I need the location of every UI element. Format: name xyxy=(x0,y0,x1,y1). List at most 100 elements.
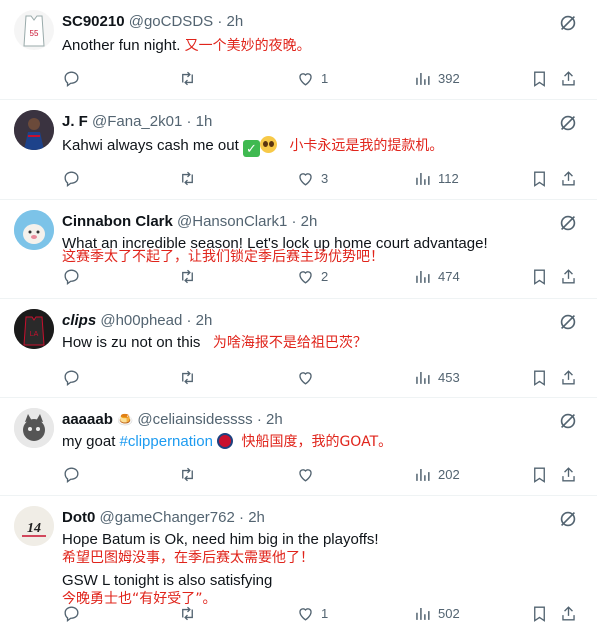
views-button[interactable]: 502 xyxy=(413,601,460,625)
reply-button[interactable] xyxy=(62,365,87,389)
pudding-emoji: 🍮 xyxy=(117,412,134,427)
tweet[interactable]: J. F @Fana_2k01 · 1h Kahwi always cash m… xyxy=(0,100,597,200)
views-count: 392 xyxy=(438,70,460,86)
display-name[interactable]: SC90210 xyxy=(62,13,125,30)
user-handle[interactable]: @HansonClark1 xyxy=(177,213,287,230)
hashtag-link[interactable]: #clippernation xyxy=(120,433,213,450)
like-button[interactable] xyxy=(296,462,321,486)
display-name[interactable]: Dot0 xyxy=(62,509,95,526)
tweet-translation: 为啥海报不是给祖巴茨？ xyxy=(212,335,367,351)
tweet-translation: 快船国度，我的GOAT。 xyxy=(241,434,393,450)
tweet[interactable]: 14 Dot0 @gameChanger762 · 2h Hope Batum … xyxy=(0,496,597,638)
user-handle[interactable]: @h00phead xyxy=(100,312,182,329)
display-name[interactable]: Cinnabon Clark xyxy=(62,213,173,230)
tweet-text: GSW L tonight is also satisfying xyxy=(62,572,273,589)
bookmark-button[interactable] xyxy=(530,365,549,389)
tweet-header: Dot0 @gameChanger762 · 2h xyxy=(62,509,265,527)
views-button[interactable]: 453 xyxy=(413,365,460,389)
like-icon xyxy=(296,368,315,387)
views-button[interactable]: 474 xyxy=(413,264,460,288)
bookmark-button[interactable] xyxy=(530,66,549,90)
user-handle[interactable]: @goCDSDS xyxy=(129,13,213,30)
grok-more-icon[interactable] xyxy=(557,212,579,234)
retweet-button[interactable] xyxy=(178,601,203,625)
views-button[interactable]: 112 xyxy=(413,166,459,190)
timestamp[interactable]: 2h xyxy=(248,509,265,526)
bookmark-icon xyxy=(530,169,549,188)
tweet-header: aaaaab 🍮 @celiainsidessss · 2h xyxy=(62,411,283,429)
retweet-button[interactable] xyxy=(178,66,203,90)
share-button[interactable] xyxy=(559,462,578,486)
separator: · xyxy=(186,312,192,329)
share-button[interactable] xyxy=(559,166,578,190)
views-button[interactable]: 202 xyxy=(413,462,460,486)
tweet-translation: 希望巴图姆没事，在季后赛太需要他了！ xyxy=(62,550,314,566)
user-handle[interactable]: @Fana_2k01 xyxy=(92,113,182,130)
avatar[interactable]: 55 xyxy=(14,10,54,50)
reply-icon xyxy=(62,267,81,286)
share-button[interactable] xyxy=(559,264,578,288)
separator: · xyxy=(291,213,297,230)
timestamp[interactable]: 2h xyxy=(227,13,244,30)
retweet-button[interactable] xyxy=(178,166,203,190)
tweet[interactable]: 55 SC90210 @goCDSDS · 2h Another fun nig… xyxy=(0,0,597,100)
tweet-text-en: my goat xyxy=(62,433,120,450)
views-count: 112 xyxy=(438,170,459,186)
views-icon xyxy=(413,604,432,623)
likes-count: 2 xyxy=(321,268,329,284)
bookmark-button[interactable] xyxy=(530,601,549,625)
share-button[interactable] xyxy=(559,66,578,90)
user-handle[interactable]: @gameChanger762 xyxy=(100,509,235,526)
grok-more-icon[interactable] xyxy=(557,311,579,333)
views-button[interactable]: 392 xyxy=(413,66,460,90)
bookmark-button[interactable] xyxy=(530,264,549,288)
like-button[interactable]: 3 xyxy=(296,166,328,190)
bookmark-button[interactable] xyxy=(530,166,549,190)
timestamp[interactable]: 2h xyxy=(196,312,213,329)
reply-button[interactable] xyxy=(62,462,87,486)
display-name[interactable]: aaaaab xyxy=(62,411,113,428)
reply-button[interactable] xyxy=(62,601,87,625)
avatar[interactable] xyxy=(14,408,54,448)
display-name[interactable]: J. F xyxy=(62,113,88,130)
reply-button[interactable] xyxy=(62,166,87,190)
avatar[interactable] xyxy=(14,110,54,150)
share-button[interactable] xyxy=(559,601,578,625)
separator: · xyxy=(217,13,223,30)
tweet[interactable]: aaaaab 🍮 @celiainsidessss · 2h my goat #… xyxy=(0,398,597,496)
retweet-button[interactable] xyxy=(178,264,203,288)
grok-more-icon[interactable] xyxy=(557,12,579,34)
retweet-button[interactable] xyxy=(178,365,203,389)
grok-more-icon[interactable] xyxy=(557,112,579,134)
like-icon xyxy=(296,169,315,188)
timestamp[interactable]: 1h xyxy=(196,113,213,130)
separator: · xyxy=(256,411,262,428)
svg-text:55: 55 xyxy=(30,29,39,38)
separator: · xyxy=(239,509,245,526)
share-button[interactable] xyxy=(559,365,578,389)
like-button[interactable]: 2 xyxy=(296,264,328,288)
like-button[interactable]: 1 xyxy=(296,601,328,625)
timestamp[interactable]: 2h xyxy=(301,213,318,230)
timestamp[interactable]: 2h xyxy=(266,411,283,428)
avatar[interactable] xyxy=(14,210,54,250)
views-count: 502 xyxy=(438,605,460,621)
tweet-text-en: Kahwi always cash me out xyxy=(62,137,243,154)
grok-more-icon[interactable] xyxy=(557,508,579,530)
grok-more-icon[interactable] xyxy=(557,410,579,432)
user-handle[interactable]: @celiainsidessss xyxy=(137,411,252,428)
avatar[interactable]: LA xyxy=(14,309,54,349)
display-name[interactable]: clips xyxy=(62,312,96,329)
tweet[interactable]: Cinnabon Clark @HansonClark1 · 2h What a… xyxy=(0,200,597,299)
like-button[interactable]: 1 xyxy=(296,66,328,90)
reply-button[interactable] xyxy=(62,66,87,90)
retweet-button[interactable] xyxy=(178,462,203,486)
tweet-translation: 又一个美妙的夜晚。 xyxy=(184,38,311,54)
reply-button[interactable] xyxy=(62,264,87,288)
views-icon xyxy=(413,69,432,88)
like-icon xyxy=(296,604,315,623)
tweet[interactable]: LA clips @h00phead · 2h How is zu not on… xyxy=(0,299,597,398)
bookmark-button[interactable] xyxy=(530,462,549,486)
like-button[interactable] xyxy=(296,365,321,389)
avatar[interactable]: 14 xyxy=(14,506,54,546)
